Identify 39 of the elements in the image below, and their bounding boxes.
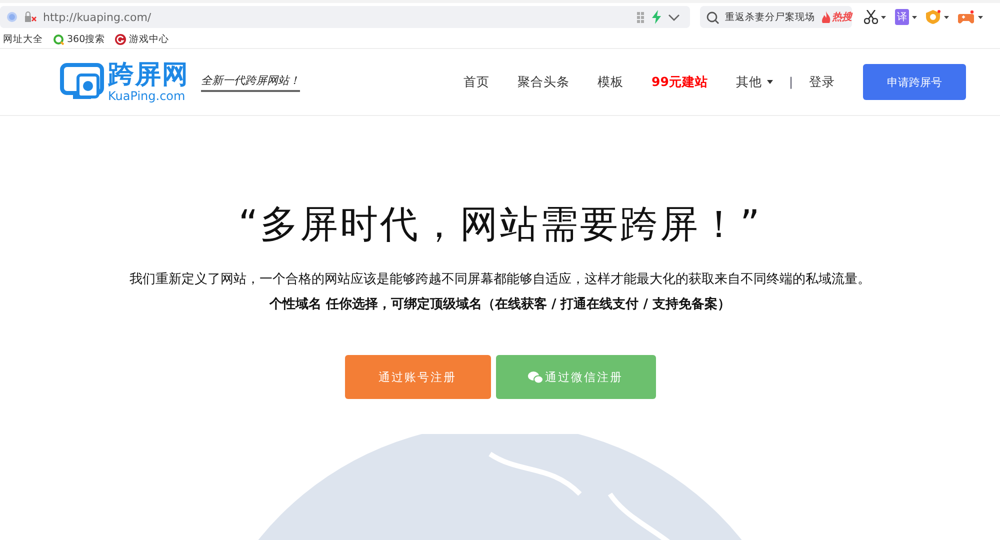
chat-bubbles-icon	[528, 370, 543, 384]
logo-name: 跨屏网	[108, 62, 189, 88]
caret-icon[interactable]	[912, 16, 917, 18]
bookmark-link[interactable]: 网址大全	[3, 33, 43, 46]
ring-icon	[53, 34, 64, 45]
nav-link[interactable]: 聚合头条	[504, 74, 584, 90]
game-icon	[115, 34, 126, 45]
globe-icon	[6, 11, 18, 23]
login-link[interactable]: 登录	[795, 74, 849, 90]
search-field[interactable]: 重返杀妻分尸案现场 热搜	[700, 6, 852, 28]
nav-link[interactable]: 99元建站	[638, 74, 722, 90]
shield-icon[interactable]	[926, 10, 941, 24]
caret-icon[interactable]	[881, 16, 886, 18]
nav-link[interactable]: 首页	[450, 74, 504, 90]
chevron-down-icon[interactable]	[668, 12, 680, 22]
gamepad-icon[interactable]	[958, 10, 975, 24]
monitor-logo-icon	[60, 63, 104, 101]
nav-link[interactable]: 模板	[584, 74, 638, 90]
url-text: http://kuaping.com/	[43, 10, 152, 24]
flame-icon	[821, 11, 831, 23]
hero-title: “多屏时代，网站需要跨屏！”	[238, 201, 762, 248]
hero-features: 个性域名 任你选择，可绑定顶级域名（在线获客 / 打通在线支付 / 支持免备案）	[269, 296, 731, 313]
logo-slogan: 全新一代跨屏网站！	[201, 72, 300, 92]
bookmark-link[interactable]: 游戏中心	[115, 33, 170, 46]
nav-link[interactable]: 其他	[722, 74, 787, 90]
hero-description: 我们重新定义了网站，一个合格的网站应该是能够跨越不同屏幕都能够自适应，这样才能最大化的获取来自不同终端的私域流量。	[130, 271, 870, 288]
address-bar[interactable]: http://kuaping.com/	[0, 6, 690, 28]
caret-icon	[766, 80, 773, 84]
insecure-lock-icon	[24, 11, 37, 23]
scissors-icon[interactable]	[864, 10, 878, 24]
search-text: 重返杀妻分尸案现场	[725, 10, 815, 24]
translate-button[interactable]: 译	[895, 9, 909, 25]
apply-button[interactable]: 申请跨屏号	[863, 64, 966, 100]
nav-separator: |	[788, 75, 794, 89]
caret-icon[interactable]	[978, 16, 983, 18]
caret-icon[interactable]	[944, 16, 949, 18]
search-icon	[706, 10, 719, 24]
logo-domain: KuaPing.com	[108, 90, 186, 102]
bookmark-link[interactable]: 360搜索	[53, 33, 106, 46]
